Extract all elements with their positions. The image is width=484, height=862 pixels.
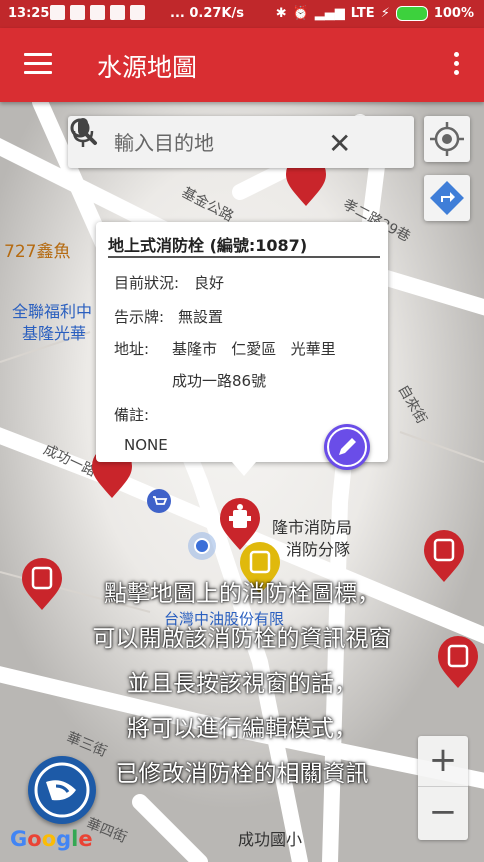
status-label: 目前狀況: (114, 274, 180, 292)
note-value: NONE (124, 436, 168, 454)
caption-line: 可以開啟該消防栓的資訊視窗 (92, 626, 392, 652)
status-bar: 13:25 ... 0.27K/s ✱ ⏰ ▂▄▆ LTE ⚡ 100% (0, 0, 484, 28)
address-label: 地址: (114, 340, 150, 358)
crosshair-icon (430, 122, 464, 156)
notification-icons (50, 5, 145, 20)
signal-icon: ▂▄▆ (314, 6, 345, 21)
mail-icon (70, 5, 85, 20)
notification-icon (50, 5, 65, 20)
address-line1: 基隆市 仁愛區 光華里 (172, 340, 336, 358)
directions-button[interactable] (424, 175, 470, 221)
map-label-poi: 消防分隊 (286, 540, 351, 559)
note-label: 備註: (114, 406, 150, 424)
more-options-icon[interactable] (452, 52, 460, 80)
app-icon (90, 5, 105, 20)
pencil-icon (327, 427, 367, 467)
sign-label: 告示牌: (114, 308, 165, 326)
battery-level: 100% (433, 6, 474, 21)
map-label-poi: 基隆光華 (22, 324, 87, 343)
status-value: 良好 (194, 274, 225, 292)
app-icon (130, 5, 145, 20)
caption-line: 將可以進行編輯模式， (127, 716, 357, 742)
directions-icon (430, 181, 464, 215)
fire-hose-icon (34, 762, 90, 818)
my-location-button[interactable] (424, 116, 470, 162)
address-line2: 成功一路86號 (172, 372, 267, 390)
network-speed: ... 0.27K/s (170, 6, 244, 21)
caption-line: 點擊地圖上的消防栓圖標， (104, 581, 380, 607)
google-logo: Google (10, 827, 93, 851)
alarm-icon: ⏰ (292, 6, 309, 21)
sign-value: 無設置 (178, 308, 224, 326)
edit-button[interactable] (324, 424, 370, 470)
clear-icon[interactable]: ✕ (328, 127, 351, 160)
hydrant-info-window[interactable]: 地上式消防栓 (編號:1087) 目前狀況: 良好 告示牌: 無設置 地址: 基… (96, 222, 388, 476)
menu-icon[interactable] (24, 53, 52, 77)
network-type: LTE (350, 6, 375, 21)
battery-icon (395, 6, 428, 21)
tutorial-fab[interactable] (28, 756, 96, 824)
caption-line: 並且長按該視窗的話， (127, 671, 357, 697)
map-label-poi: 隆市消防局 (272, 518, 353, 537)
info-title: 地上式消防栓 (編號:1087) (108, 236, 308, 255)
status-time: 13:25 (8, 6, 50, 21)
shopping-cart-icon[interactable] (146, 488, 172, 514)
info-divider (108, 256, 380, 258)
bluetooth-icon: ✱ (275, 6, 287, 21)
app-icon (110, 5, 125, 20)
microphone-icon[interactable] (68, 116, 98, 150)
map-view[interactable]: 基金公路 孝二路29巷 727鑫魚 全聯福利中 基隆光華 成功一路 自來街 隆市… (0, 102, 484, 862)
map-label-poi: 727鑫魚 (4, 242, 71, 262)
app-title: 水源地圖 (97, 53, 198, 82)
app-bar: 水源地圖 (0, 28, 484, 102)
charging-icon: ⚡ (380, 6, 390, 21)
map-label-poi: 全聯福利中 (12, 302, 93, 321)
search-bar: ✕ (68, 116, 414, 168)
map-label-poi: 成功國小 (238, 830, 303, 849)
search-input[interactable] (112, 128, 336, 158)
